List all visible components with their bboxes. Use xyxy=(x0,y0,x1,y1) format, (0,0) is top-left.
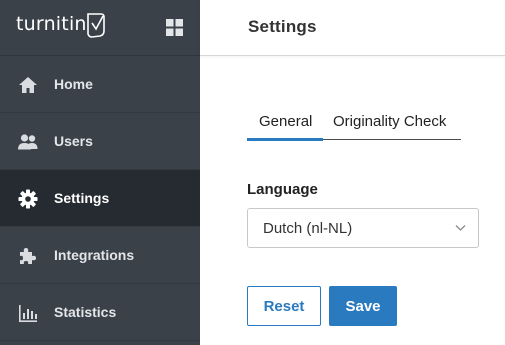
sidebar: turnitin Home Users Settings Integration… xyxy=(0,0,200,345)
sidebar-item-users[interactable]: Users xyxy=(0,113,200,170)
sidebar-item-settings[interactable]: Settings xyxy=(0,170,200,227)
sidebar-item-label: Settings xyxy=(54,190,110,206)
turnitin-logo-mark-icon xyxy=(87,13,105,38)
sidebar-item-label: Home xyxy=(54,76,93,92)
sidebar-item-label: Integrations xyxy=(54,247,135,263)
sidebar-item-label: Users xyxy=(54,133,93,149)
bar-chart-icon xyxy=(19,305,37,322)
settings-tabs: General Originality Check xyxy=(247,109,461,141)
language-select[interactable]: Dutch (nl-NL) xyxy=(247,208,479,248)
sidebar-nav: Home Users Settings Integrations Statist… xyxy=(0,56,200,341)
language-select-value: Dutch (nl-NL) xyxy=(263,220,353,237)
gear-icon xyxy=(18,189,38,209)
sidebar-item-label: Statistics xyxy=(54,304,117,320)
turnitin-logo[interactable]: turnitin xyxy=(16,13,87,35)
puzzle-icon xyxy=(20,248,36,264)
active-tab-indicator xyxy=(247,138,323,141)
sidebar-item-integrations[interactable]: Integrations xyxy=(0,227,200,284)
tab-general[interactable]: General xyxy=(259,113,312,130)
language-label: Language xyxy=(247,181,318,198)
apps-grid-icon[interactable] xyxy=(166,19,183,36)
top-bar: Settings xyxy=(200,0,505,56)
page-title: Settings xyxy=(248,17,317,36)
sidebar-item-home[interactable]: Home xyxy=(0,56,200,113)
chevron-down-icon xyxy=(455,225,466,231)
users-icon xyxy=(18,134,38,150)
reset-button[interactable]: Reset xyxy=(247,286,321,326)
logo-bar: turnitin xyxy=(0,0,200,56)
save-button[interactable]: Save xyxy=(329,286,397,326)
home-icon xyxy=(19,77,37,93)
tab-originality-check[interactable]: Originality Check xyxy=(333,113,446,130)
sidebar-item-statistics[interactable]: Statistics xyxy=(0,284,200,341)
